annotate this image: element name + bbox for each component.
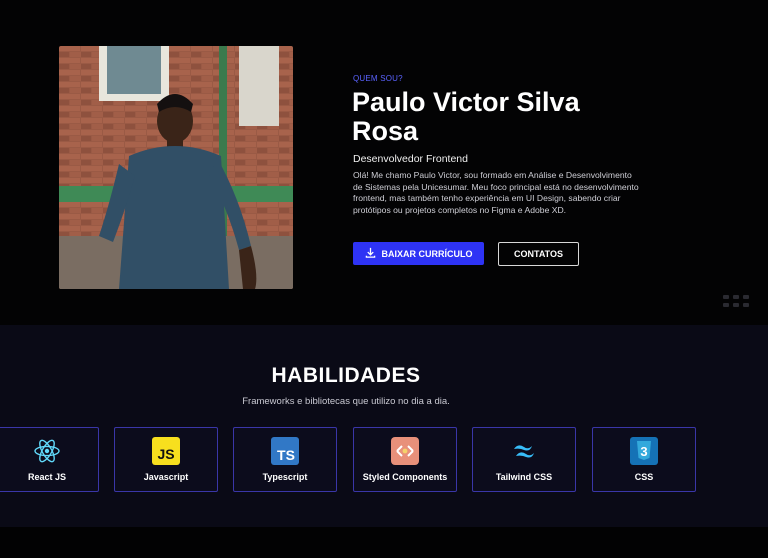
skill-card-typescript[interactable]: TS Typescript: [233, 427, 337, 492]
page-bottom: [0, 527, 768, 558]
download-resume-label: BAIXAR CURRÍCULO: [381, 248, 473, 259]
skill-label: CSS: [634, 472, 654, 482]
skill-card-tailwind[interactable]: Tailwind CSS: [472, 427, 576, 492]
skill-label: Typescript: [262, 472, 308, 482]
skills-subtitle: Frameworks e bibliotecas que utilizo no …: [242, 396, 450, 407]
tailwind-icon: [510, 437, 538, 465]
decorative-dots: [723, 295, 749, 307]
download-resume-button[interactable]: BAIXAR CURRÍCULO: [353, 242, 484, 265]
svg-text:JS: JS: [157, 446, 174, 462]
skill-card-css[interactable]: 3 CSS: [592, 427, 696, 492]
download-icon: [365, 247, 376, 260]
skill-label: Styled Components: [362, 472, 448, 482]
styled-components-icon: [391, 437, 419, 465]
skill-label: Tailwind CSS: [495, 472, 553, 482]
profile-photo: [59, 46, 293, 289]
contacts-button[interactable]: CONTATOS: [498, 242, 579, 266]
skill-label: Javascript: [143, 472, 189, 482]
skill-card-react[interactable]: React JS: [0, 427, 99, 492]
skill-card-styled-components[interactable]: Styled Components: [353, 427, 457, 492]
profile-role: Desenvolvedor Frontend: [353, 153, 468, 165]
hero-section: QUEM SOU? Paulo Victor Silva Rosa Desenv…: [0, 0, 768, 325]
svg-text:TS: TS: [277, 447, 295, 463]
skill-card-javascript[interactable]: JS Javascript: [114, 427, 218, 492]
profile-name: Paulo Victor Silva Rosa: [352, 87, 580, 146]
skill-label: React JS: [27, 472, 67, 482]
skills-title: HABILIDADES: [271, 364, 421, 387]
svg-text:3: 3: [640, 444, 647, 459]
typescript-icon: TS: [271, 437, 299, 465]
profile-bio: Olá! Me chamo Paulo Victor, sou formado …: [353, 170, 639, 215]
css-icon: 3: [630, 437, 658, 465]
javascript-icon: JS: [152, 437, 180, 465]
react-icon: [33, 437, 61, 465]
about-eyebrow: QUEM SOU?: [353, 74, 403, 83]
skills-section: HABILIDADES Frameworks e bibliotecas que…: [0, 325, 768, 527]
